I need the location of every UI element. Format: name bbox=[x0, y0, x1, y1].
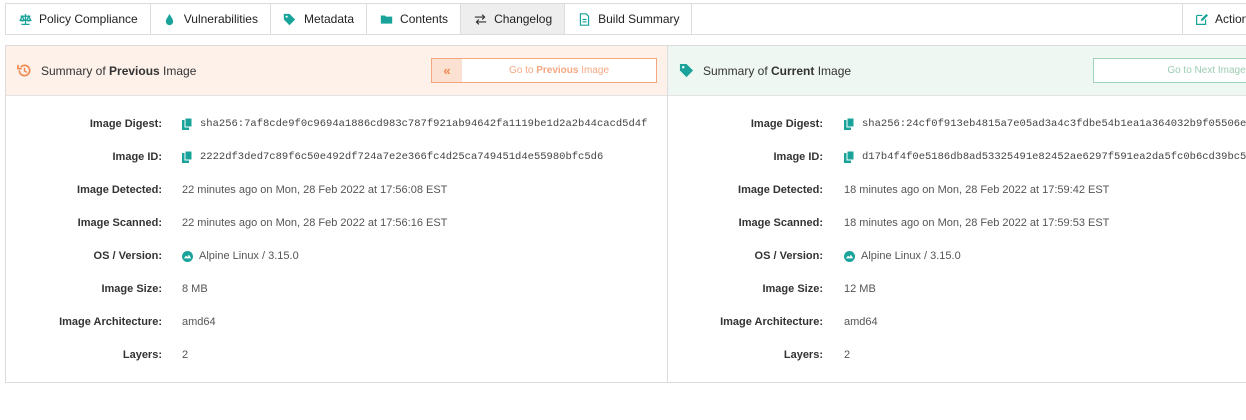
field-row-os: OS / Version: Alpine Linux / 3.15.0 bbox=[6, 248, 667, 264]
field-label: Image Scanned: bbox=[738, 217, 823, 229]
field-row-id: Image ID: d17b4f4f0e5186db8ad53325491e82… bbox=[668, 149, 1246, 165]
field-label: Image Detected: bbox=[738, 184, 823, 196]
field-label: Layers: bbox=[783, 349, 823, 361]
action-tab-label: Action V bbox=[1215, 12, 1246, 26]
edit-icon bbox=[1195, 12, 1208, 26]
tag-icon bbox=[679, 63, 695, 79]
field-row-digest: Image Digest: sha256:7af8cde9f0c9694a188… bbox=[6, 116, 667, 132]
field-label: Image Size: bbox=[101, 283, 162, 295]
history-icon bbox=[17, 63, 33, 79]
field-row-detected: Image Detected: 22 minutes ago on Mon, 2… bbox=[6, 182, 667, 198]
field-label: OS / Version: bbox=[93, 250, 162, 262]
tab-label: Policy Compliance bbox=[39, 12, 138, 26]
field-label: OS / Version: bbox=[754, 250, 823, 262]
field-value: 18 minutes ago on Mon, 28 Feb 2022 at 17… bbox=[844, 184, 1110, 196]
field-value: 18 minutes ago on Mon, 28 Feb 2022 at 17… bbox=[844, 217, 1110, 229]
field-row-layers: Layers: 2 bbox=[6, 347, 667, 363]
document-icon bbox=[577, 12, 591, 26]
field-value: amd64 bbox=[844, 316, 878, 328]
alpine-linux-icon bbox=[844, 250, 855, 262]
tab-changelog[interactable]: Changelog bbox=[461, 4, 566, 34]
tab-label: Changelog bbox=[494, 12, 553, 26]
tab-build-summary[interactable]: Build Summary bbox=[565, 4, 693, 34]
tab-policy-compliance[interactable]: Policy Compliance bbox=[6, 4, 151, 34]
scale-icon bbox=[18, 12, 32, 26]
tab-vulnerabilities[interactable]: Vulnerabilities bbox=[151, 4, 271, 34]
go-to-previous-label: Go to Previous Image bbox=[508, 65, 610, 76]
field-row-scanned: Image Scanned: 18 minutes ago on Mon, 28… bbox=[668, 215, 1246, 231]
tab-contents[interactable]: Contents bbox=[367, 4, 462, 34]
current-panel-title: Summary of Current Image bbox=[703, 63, 852, 78]
field-row-id: Image ID: 2222df3ded7c89f6c50e492df724a7… bbox=[6, 149, 667, 165]
tab-label: Metadata bbox=[303, 12, 355, 26]
field-value: d17b4f4f0e5186db8ad53325491e82452ae6297f… bbox=[844, 151, 1246, 163]
tab-spacer bbox=[692, 4, 1182, 34]
field-row-layers: Layers: 2 bbox=[668, 347, 1246, 363]
go-to-next-image-button[interactable]: Go to Next Image bbox=[1093, 58, 1246, 83]
field-row-size: Image Size: 12 MB bbox=[668, 281, 1246, 297]
field-value: 12 MB bbox=[844, 283, 876, 295]
field-label: Image Scanned: bbox=[77, 217, 162, 229]
field-row-size: Image Size: 8 MB bbox=[6, 281, 667, 297]
copy-icon[interactable] bbox=[182, 151, 194, 163]
tag-icon bbox=[283, 12, 297, 26]
field-row-detected: Image Detected: 18 minutes ago on Mon, 2… bbox=[668, 182, 1246, 198]
drop-icon bbox=[163, 12, 177, 26]
field-label: Image Architecture: bbox=[720, 316, 823, 328]
action-tab[interactable]: Action V bbox=[1182, 4, 1246, 34]
field-value: Alpine Linux / 3.15.0 bbox=[844, 250, 961, 262]
field-row-architecture: Image Architecture: amd64 bbox=[668, 314, 1246, 330]
changelog-panels: Summary of Previous Image « Go to Previo… bbox=[5, 45, 1246, 383]
field-value: sha256:24cf0f913eb4815a7e05ad3a4c3fdbe54… bbox=[844, 118, 1246, 130]
field-value: sha256:7af8cde9f0c9694a1886cd983c787f921… bbox=[182, 118, 647, 130]
field-label: Image Size: bbox=[762, 283, 823, 295]
field-value: 2222df3ded7c89f6c50e492df724a7e2e366fc4d… bbox=[182, 151, 603, 163]
alpine-linux-icon bbox=[182, 250, 193, 262]
tab-label: Build Summary bbox=[598, 12, 680, 26]
field-label: Image Architecture: bbox=[59, 316, 162, 328]
copy-icon[interactable] bbox=[844, 151, 856, 163]
field-row-digest: Image Digest: sha256:24cf0f913eb4815a7e0… bbox=[668, 116, 1246, 132]
tab-metadata[interactable]: Metadata bbox=[271, 4, 368, 34]
field-label: Layers: bbox=[122, 349, 162, 361]
field-value: 22 minutes ago on Mon, 28 Feb 2022 at 17… bbox=[182, 184, 448, 196]
tab-bar: Policy Compliance Vulnerabilities Metada… bbox=[5, 3, 1246, 35]
tab-label: Contents bbox=[400, 12, 449, 26]
field-row-architecture: Image Architecture: amd64 bbox=[6, 314, 667, 330]
copy-icon[interactable] bbox=[182, 118, 194, 130]
field-row-os: OS / Version: Alpine Linux / 3.15.0 bbox=[668, 248, 1246, 264]
field-row-scanned: Image Scanned: 22 minutes ago on Mon, 28… bbox=[6, 215, 667, 231]
copy-icon[interactable] bbox=[844, 118, 856, 130]
go-to-previous-image-button[interactable]: « Go to Previous Image bbox=[431, 58, 657, 83]
field-value: Alpine Linux / 3.15.0 bbox=[182, 250, 299, 262]
field-label: Image Digest: bbox=[750, 118, 823, 130]
current-image-panel: Summary of Current Image Go to Next Imag… bbox=[668, 46, 1246, 382]
folder-icon bbox=[379, 12, 393, 26]
field-value: 2 bbox=[182, 349, 189, 361]
field-value: 22 minutes ago on Mon, 28 Feb 2022 at 17… bbox=[182, 217, 448, 229]
field-label: Image ID: bbox=[112, 151, 162, 163]
swap-arrows-icon bbox=[473, 12, 487, 26]
previous-image-panel: Summary of Previous Image « Go to Previo… bbox=[6, 46, 668, 382]
previous-panel-title: Summary of Previous Image bbox=[41, 63, 197, 78]
field-label: Image Digest: bbox=[89, 118, 162, 130]
tab-label: Vulnerabilities bbox=[183, 12, 258, 26]
field-value: amd64 bbox=[182, 316, 216, 328]
field-value: 8 MB bbox=[182, 283, 208, 295]
field-label: Image Detected: bbox=[77, 184, 162, 196]
double-chevron-left-icon: « bbox=[432, 59, 462, 82]
field-value: 2 bbox=[844, 349, 851, 361]
field-label: Image ID: bbox=[773, 151, 823, 163]
